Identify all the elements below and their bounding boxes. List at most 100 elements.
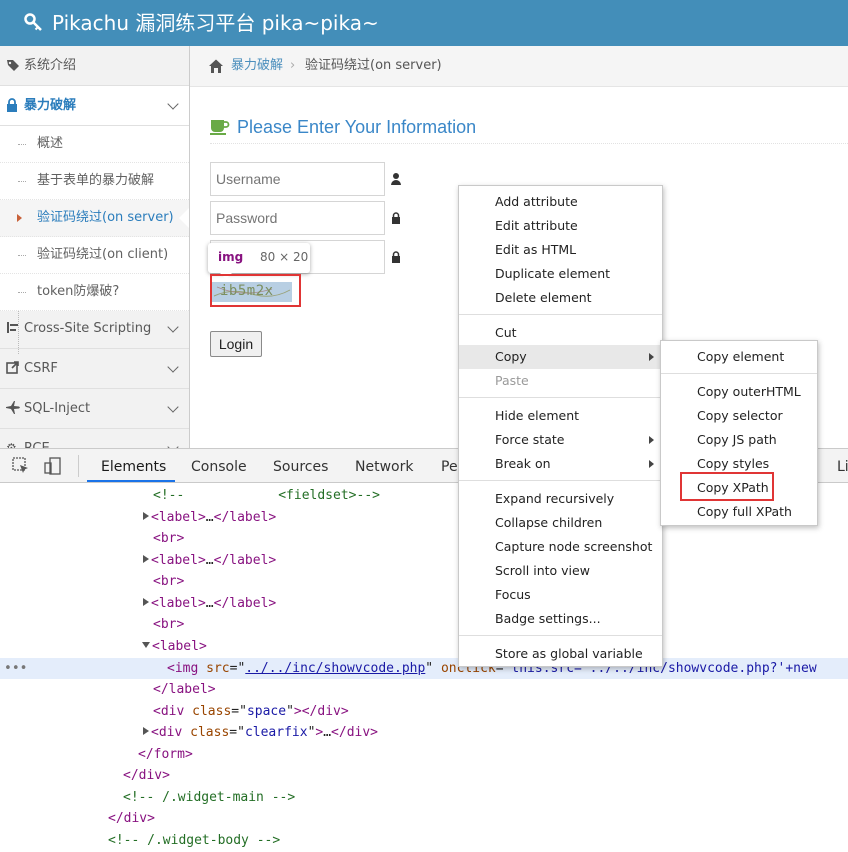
- menu-item-label: Copy: [495, 349, 527, 364]
- tag-name: label: [229, 510, 269, 525]
- menu-item-cut[interactable]: Cut: [459, 321, 662, 345]
- sliders-icon: [7, 322, 18, 333]
- dom-line[interactable]: <label>…</label>: [0, 550, 848, 571]
- menu-item-delete-element[interactable]: Delete element: [459, 286, 662, 310]
- menu-item-expand-recursively[interactable]: Expand recursively: [459, 487, 662, 511]
- sidebar-item-csrf[interactable]: CSRF: [0, 349, 189, 389]
- attr-value: space: [246, 704, 287, 719]
- menu-item-copy-js-path[interactable]: Copy JS path: [661, 428, 817, 452]
- menu-item-copy[interactable]: Copy: [459, 345, 662, 369]
- submenu-item-label: 验证码绕过(on server): [37, 210, 174, 225]
- dom-line[interactable]: <div class="space"></div>: [0, 701, 848, 722]
- more-dots-icon[interactable]: •••: [4, 658, 27, 679]
- submenu-item-token[interactable]: token防爆破?: [0, 274, 189, 311]
- share-icon: [6, 361, 19, 374]
- password-field[interactable]: [210, 201, 385, 235]
- tag-name: br: [160, 574, 177, 589]
- dom-line[interactable]: </div>: [0, 765, 848, 786]
- dom-line[interactable]: </div>: [0, 808, 848, 829]
- submenu-item-form-bruteforce[interactable]: 基于表单的暴力破解: [0, 163, 189, 200]
- key-icon: [24, 13, 42, 31]
- submenu-item-captcha-server[interactable]: 验证码绕过(on server): [0, 200, 189, 237]
- tree-dash: [18, 255, 26, 256]
- expand-triangle-icon[interactable]: [143, 598, 149, 606]
- menu-item-copy-outerhtml[interactable]: Copy outerHTML: [661, 380, 817, 404]
- tag-name: label: [168, 682, 208, 697]
- menu-item-edit-attribute[interactable]: Edit attribute: [459, 214, 662, 238]
- menu-separator: [459, 397, 662, 398]
- submenu-item-captcha-client[interactable]: 验证码绕过(on client): [0, 237, 189, 274]
- expand-triangle-icon[interactable]: [143, 555, 149, 563]
- page-title: Please Enter Your Information: [237, 117, 477, 137]
- tab-elements[interactable]: Elements: [101, 458, 166, 476]
- app-title: Pikachu 漏洞练习平台 pika~pika~: [52, 11, 379, 35]
- dom-line[interactable]: <br>: [0, 528, 848, 549]
- menu-item-add-attribute[interactable]: Add attribute: [459, 190, 662, 214]
- menu-item-badge-settings[interactable]: Badge settings...: [459, 607, 662, 631]
- sidebar-item-intro[interactable]: 系统介绍: [0, 46, 189, 86]
- menu-item-collapse-children[interactable]: Collapse children: [459, 511, 662, 535]
- dom-line[interactable]: <!-- /.widget-main -->: [0, 787, 848, 808]
- plane-icon: [6, 401, 20, 414]
- menu-item-force-state[interactable]: Force state: [459, 428, 662, 452]
- breadcrumb-separator: ›: [290, 58, 296, 73]
- menu-separator: [459, 635, 662, 636]
- sidebar-item-xss[interactable]: Cross-Site Scripting: [0, 309, 189, 349]
- menu-item-hide-element[interactable]: Hide element: [459, 404, 662, 428]
- menu-item-capture-node-screenshot[interactable]: Capture node screenshot: [459, 535, 662, 559]
- src-link[interactable]: ../../inc/showvcode.php: [245, 661, 425, 676]
- sidebar-item-bruteforce[interactable]: 暴力破解: [0, 86, 189, 126]
- chevron-down-icon: [167, 401, 179, 413]
- context-menu: Add attribute Edit attribute Edit as HTM…: [458, 185, 663, 667]
- dom-line[interactable]: <br>: [0, 571, 848, 592]
- tag-name: label: [229, 596, 269, 611]
- sidebar: 系统介绍 暴力破解 概述 基于表单的暴力破解 验证码绕过(on server) …: [0, 46, 190, 448]
- dom-line[interactable]: <label>: [0, 636, 848, 657]
- collapse-triangle-icon[interactable]: [142, 642, 150, 648]
- tags-icon: [7, 60, 19, 71]
- menu-item-scroll-into-view[interactable]: Scroll into view: [459, 559, 662, 583]
- lock-icon: [392, 212, 400, 224]
- menu-item-edit-as-html[interactable]: Edit as HTML: [459, 238, 662, 262]
- menu-item-copy-element[interactable]: Copy element: [661, 345, 817, 369]
- submenu-item-label: 基于表单的暴力破解: [37, 173, 155, 188]
- tab-sources[interactable]: Sources: [273, 458, 328, 476]
- submenu-item-overview[interactable]: 概述: [0, 126, 189, 163]
- breadcrumb-current: 验证码绕过(on server): [305, 58, 442, 73]
- menu-item-copy-full-xpath[interactable]: Copy full XPath: [661, 500, 817, 524]
- top-bar: Pikachu 漏洞练习平台 pika~pika~: [0, 0, 848, 46]
- expand-triangle-icon[interactable]: [143, 727, 149, 735]
- tree-dash: [18, 181, 26, 182]
- tab-performance[interactable]: Pe: [441, 458, 458, 476]
- dom-line[interactable]: <div class="clearfix">…</div>: [0, 722, 848, 743]
- home-icon[interactable]: [208, 58, 224, 74]
- expand-triangle-icon[interactable]: [143, 512, 149, 520]
- sidebar-item-label: CSRF: [24, 361, 58, 376]
- login-button[interactable]: Login: [210, 331, 262, 357]
- dom-line[interactable]: </form>: [0, 744, 848, 765]
- device-toolbar-icon[interactable]: [44, 457, 62, 475]
- tag-name: br: [160, 531, 177, 546]
- menu-item-break-on[interactable]: Break on: [459, 452, 662, 476]
- breadcrumb-link[interactable]: 暴力破解: [231, 57, 283, 75]
- sidebar-item-label: SQL-Inject: [24, 401, 91, 416]
- sidebar-item-sqli[interactable]: SQL-Inject: [0, 389, 189, 429]
- tab-network[interactable]: Network: [355, 458, 413, 476]
- sidebar-item-rce[interactable]: ⚙ RCE: [0, 429, 189, 448]
- tab-console[interactable]: Console: [191, 458, 247, 476]
- dom-line[interactable]: <!-- /.widget-body -->: [0, 830, 848, 851]
- username-field[interactable]: [210, 162, 385, 196]
- menu-item-focus[interactable]: Focus: [459, 583, 662, 607]
- dom-line[interactable]: </label>: [0, 679, 848, 700]
- dom-line-selected[interactable]: ••• <img src="../../inc/showvcode.php" on…: [0, 658, 848, 679]
- menu-item-label: Break on: [495, 456, 551, 471]
- tab-lighthouse[interactable]: Li: [837, 458, 848, 476]
- menu-item-duplicate-element[interactable]: Duplicate element: [459, 262, 662, 286]
- menu-item-paste: Paste: [495, 373, 529, 388]
- inspect-icon[interactable]: [12, 457, 30, 475]
- menu-item-copy-selector[interactable]: Copy selector: [661, 404, 817, 428]
- dom-line[interactable]: <label>…</label>: [0, 593, 848, 614]
- menu-item-store-global-variable[interactable]: Store as global variable: [459, 642, 662, 666]
- menu-separator: [661, 373, 817, 374]
- dom-line[interactable]: <br>: [0, 614, 848, 635]
